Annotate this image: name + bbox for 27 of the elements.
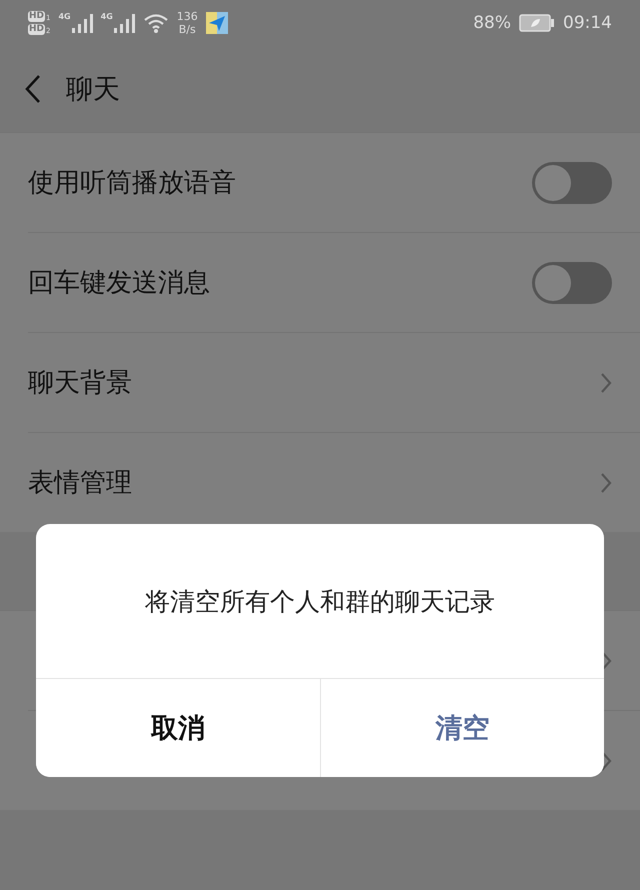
network-type: 4G [100, 12, 113, 22]
toggle-switch[interactable] [532, 162, 612, 204]
settings-row[interactable]: 使用听筒播放语音 [28, 133, 640, 233]
app-notification-icon [206, 12, 228, 34]
battery-icon [519, 14, 555, 32]
settings-row[interactable]: 聊天背景 [28, 333, 640, 433]
chevron-icon [600, 372, 612, 394]
page-title: 聊天 [66, 73, 120, 107]
setting-label: 回车键发送消息 [28, 267, 210, 300]
signal-icon [70, 12, 93, 34]
wifi-icon [142, 12, 169, 34]
network-speed: B/s [178, 23, 196, 36]
clear-button[interactable]: 清空 [320, 679, 604, 777]
clock: 09:14 [563, 13, 612, 33]
settings-row[interactable]: 回车键发送消息 [28, 233, 640, 333]
network-type: 4G [58, 12, 71, 22]
setting-label: 聊天背景 [28, 367, 132, 400]
battery-percentage: 88% [473, 13, 511, 33]
hd-badge: HD [28, 24, 46, 35]
hd-badge: HD [28, 11, 46, 22]
back-button[interactable] [24, 74, 42, 104]
setting-label: 表情管理 [28, 467, 132, 500]
toggle-switch[interactable] [532, 262, 612, 304]
network-speed: 136 [176, 10, 198, 23]
setting-label: 使用听筒播放语音 [28, 167, 236, 200]
chevron-icon [600, 472, 612, 494]
signal-icon [112, 12, 135, 34]
